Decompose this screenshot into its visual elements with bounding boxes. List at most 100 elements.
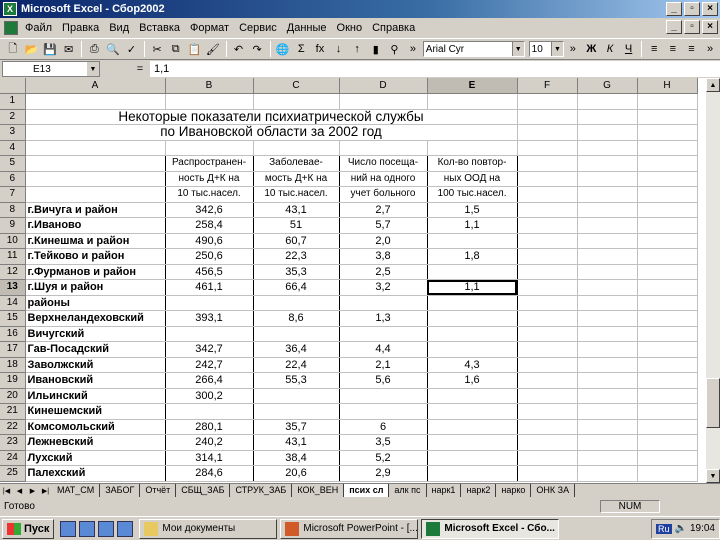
column-title-e[interactable]: ных ООД на: [427, 171, 518, 187]
more-buttons-icon[interactable]: »: [404, 40, 422, 58]
district-name[interactable]: Лухский: [24, 449, 166, 466]
worksheet-grid[interactable]: A B C D E F G H 1 2 Некоторые показатели п…: [0, 78, 706, 483]
district-name[interactable]: Ивановский: [24, 372, 166, 389]
prevalence-value[interactable]: [165, 325, 254, 342]
empty-cell[interactable]: [577, 450, 638, 466]
row-header[interactable]: 13: [0, 279, 26, 296]
row-header[interactable]: 22: [0, 419, 26, 435]
empty-cell[interactable]: [577, 434, 638, 451]
empty-cell[interactable]: [577, 326, 638, 342]
empty-cell[interactable]: [339, 93, 428, 110]
repeat-ood-value[interactable]: [427, 263, 518, 280]
visits-value[interactable]: 2,0: [339, 232, 428, 249]
empty-cell[interactable]: [517, 186, 578, 203]
font-size-select[interactable]: 10 ▼: [528, 41, 564, 57]
align-right-icon[interactable]: ≡: [683, 40, 701, 58]
empty-cell[interactable]: [637, 419, 698, 435]
row-header[interactable]: 19: [0, 372, 26, 389]
doc-minimize-button[interactable]: _: [666, 20, 682, 34]
empty-cell[interactable]: [577, 93, 638, 110]
first-sheet-icon[interactable]: |◀: [0, 485, 13, 497]
prevalence-value[interactable]: [165, 294, 254, 311]
repeat-ood-value[interactable]: [427, 310, 518, 327]
row-header[interactable]: 23: [0, 434, 26, 451]
sheet-tab[interactable]: КОК_ВЕН: [292, 484, 345, 497]
zoom-icon[interactable]: ⚲: [386, 40, 404, 58]
district-name[interactable]: г.Кинешма и район: [24, 232, 166, 249]
prevalence-value[interactable]: 258,4: [165, 217, 254, 234]
empty-cell[interactable]: [165, 140, 254, 156]
visits-value[interactable]: 6: [339, 418, 428, 435]
row-header[interactable]: 10: [0, 233, 26, 249]
prevalence-value[interactable]: 393,1: [165, 310, 254, 327]
column-title-c[interactable]: 10 тыс.насел.: [253, 186, 340, 203]
function-button[interactable]: fx: [311, 40, 329, 58]
repeat-ood-value[interactable]: 4,3: [427, 356, 518, 373]
row-header[interactable]: 8: [0, 202, 26, 218]
empty-cell[interactable]: [517, 465, 578, 482]
column-title-c[interactable]: Заболевае-: [253, 155, 340, 172]
prevalence-value[interactable]: 456,5: [165, 263, 254, 280]
empty-cell[interactable]: [637, 465, 698, 482]
visits-value[interactable]: 3,5: [339, 434, 428, 451]
row-header[interactable]: 3: [0, 124, 26, 141]
incidence-value[interactable]: 20,6: [253, 465, 340, 482]
empty-cell[interactable]: [637, 279, 698, 296]
repeat-ood-value[interactable]: 1,5: [427, 201, 518, 218]
repeat-ood-value[interactable]: [427, 232, 518, 249]
empty-cell[interactable]: [25, 140, 166, 156]
more-buttons-icon[interactable]: »: [564, 40, 582, 58]
prevalence-value[interactable]: 240,2: [165, 434, 254, 451]
incidence-value[interactable]: 35,7: [253, 418, 340, 435]
empty-cell[interactable]: [577, 264, 638, 280]
sort-desc-icon[interactable]: ↑: [348, 40, 366, 58]
empty-cell[interactable]: [577, 140, 638, 156]
row-header[interactable]: 7: [0, 186, 26, 203]
empty-cell[interactable]: [517, 109, 578, 125]
doc-restore-button[interactable]: ▫: [684, 20, 700, 34]
row-header[interactable]: 25: [0, 465, 26, 482]
incidence-value[interactable]: 43,1: [253, 434, 340, 451]
incidence-value[interactable]: [253, 387, 340, 404]
minimize-button[interactable]: _: [666, 2, 682, 16]
copy-icon[interactable]: ⧉: [167, 40, 185, 58]
empty-cell[interactable]: [427, 140, 518, 156]
empty-cell[interactable]: [517, 341, 578, 358]
empty-cell[interactable]: [637, 450, 698, 466]
name-box[interactable]: E13 ▼: [2, 61, 100, 77]
district-name[interactable]: Вичугский: [24, 325, 166, 342]
scroll-down-icon[interactable]: ▼: [706, 469, 720, 483]
column-title-d[interactable]: Число посеща-: [339, 155, 428, 172]
menu-edit[interactable]: Правка: [57, 22, 104, 34]
start-button[interactable]: Пуск: [2, 518, 55, 539]
empty-cell[interactable]: [637, 310, 698, 327]
district-name[interactable]: районы: [24, 294, 166, 311]
open-icon[interactable]: 📂: [23, 40, 41, 58]
empty-cell[interactable]: [24, 186, 166, 203]
taskbar-my-documents[interactable]: Мои документы: [139, 518, 278, 539]
sheet-tab[interactable]: МАТ_СМ: [52, 484, 101, 497]
menu-window[interactable]: Окно: [332, 22, 368, 34]
undo-icon[interactable]: ↶: [230, 40, 248, 58]
row-header[interactable]: 24: [0, 450, 26, 466]
row-header[interactable]: 12: [0, 264, 26, 280]
visits-value[interactable]: [339, 403, 428, 420]
menu-view[interactable]: Вид: [104, 22, 134, 34]
prevalence-value[interactable]: 242,7: [165, 356, 254, 373]
empty-cell[interactable]: [517, 295, 578, 311]
empty-cell[interactable]: [577, 155, 638, 172]
row-header[interactable]: 15: [0, 310, 26, 327]
scroll-up-icon[interactable]: ▲: [706, 78, 720, 92]
empty-cell[interactable]: [165, 93, 254, 110]
district-name[interactable]: г.Иваново: [24, 217, 166, 234]
district-name[interactable]: Палехский: [24, 465, 166, 482]
empty-cell[interactable]: [637, 388, 698, 404]
prevalence-value[interactable]: [165, 403, 254, 420]
column-header[interactable]: B: [165, 78, 254, 94]
empty-cell[interactable]: [517, 217, 578, 234]
empty-cell[interactable]: [517, 419, 578, 435]
prevalence-value[interactable]: 280,1: [165, 418, 254, 435]
column-header[interactable]: E: [427, 78, 518, 94]
paste-icon[interactable]: 📋: [185, 40, 203, 58]
language-indicator[interactable]: Ru: [656, 523, 672, 534]
